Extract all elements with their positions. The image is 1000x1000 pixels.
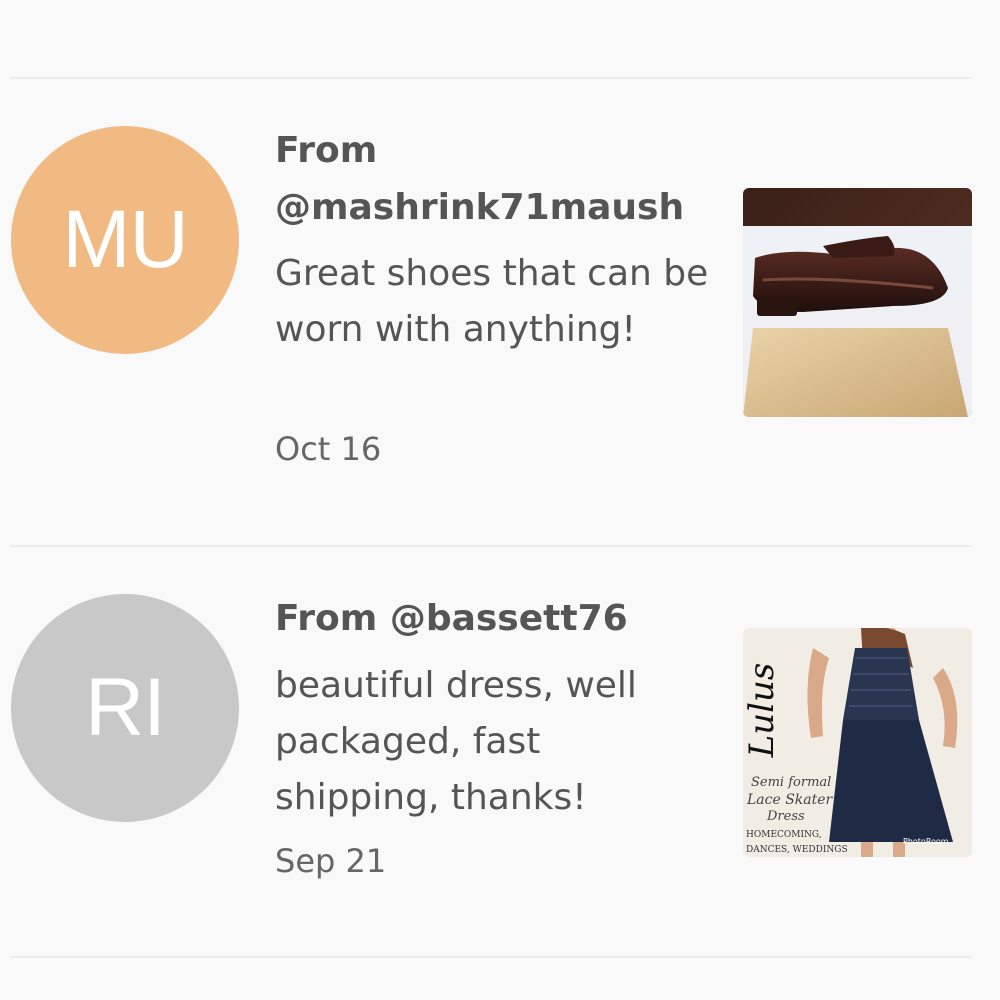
brown-loafer-shoe-icon	[743, 188, 972, 417]
review-comment: Great shoes that can be worn with anythi…	[275, 253, 709, 350]
review-date: Oct 16	[275, 430, 382, 468]
thumb-text: Semi formal	[751, 775, 831, 790]
divider	[10, 956, 972, 958]
navy-lace-dress-icon: Lulus Semi formal Lace Skater Dress HOME…	[743, 628, 972, 857]
review-author[interactable]: From @mashrink71maush	[275, 122, 695, 236]
thumb-text: Lace Skater	[746, 792, 834, 808]
review-comment: beautiful dress, well packaged, fast shi…	[275, 665, 637, 818]
avatar[interactable]: MU	[11, 126, 239, 354]
thumb-text: Dress	[766, 809, 805, 824]
review-date: Sep 21	[275, 842, 387, 880]
thumb-text: HOMECOMING,	[746, 830, 822, 840]
product-thumbnail[interactable]	[743, 188, 972, 417]
divider	[10, 545, 972, 547]
brand-text: Lulus	[743, 663, 782, 759]
watermark-text: PhotoRoom	[903, 837, 949, 846]
product-thumbnail[interactable]: Lulus Semi formal Lace Skater Dress HOME…	[743, 628, 972, 857]
thumb-text: DANCES, WEDDINGS	[746, 845, 848, 855]
avatar[interactable]: RI	[11, 594, 239, 822]
reviews-feed: MU From @mashrink71maush Great shoes tha…	[0, 0, 1000, 1000]
review-author[interactable]: From @bassett76	[275, 590, 695, 647]
divider	[10, 77, 972, 79]
